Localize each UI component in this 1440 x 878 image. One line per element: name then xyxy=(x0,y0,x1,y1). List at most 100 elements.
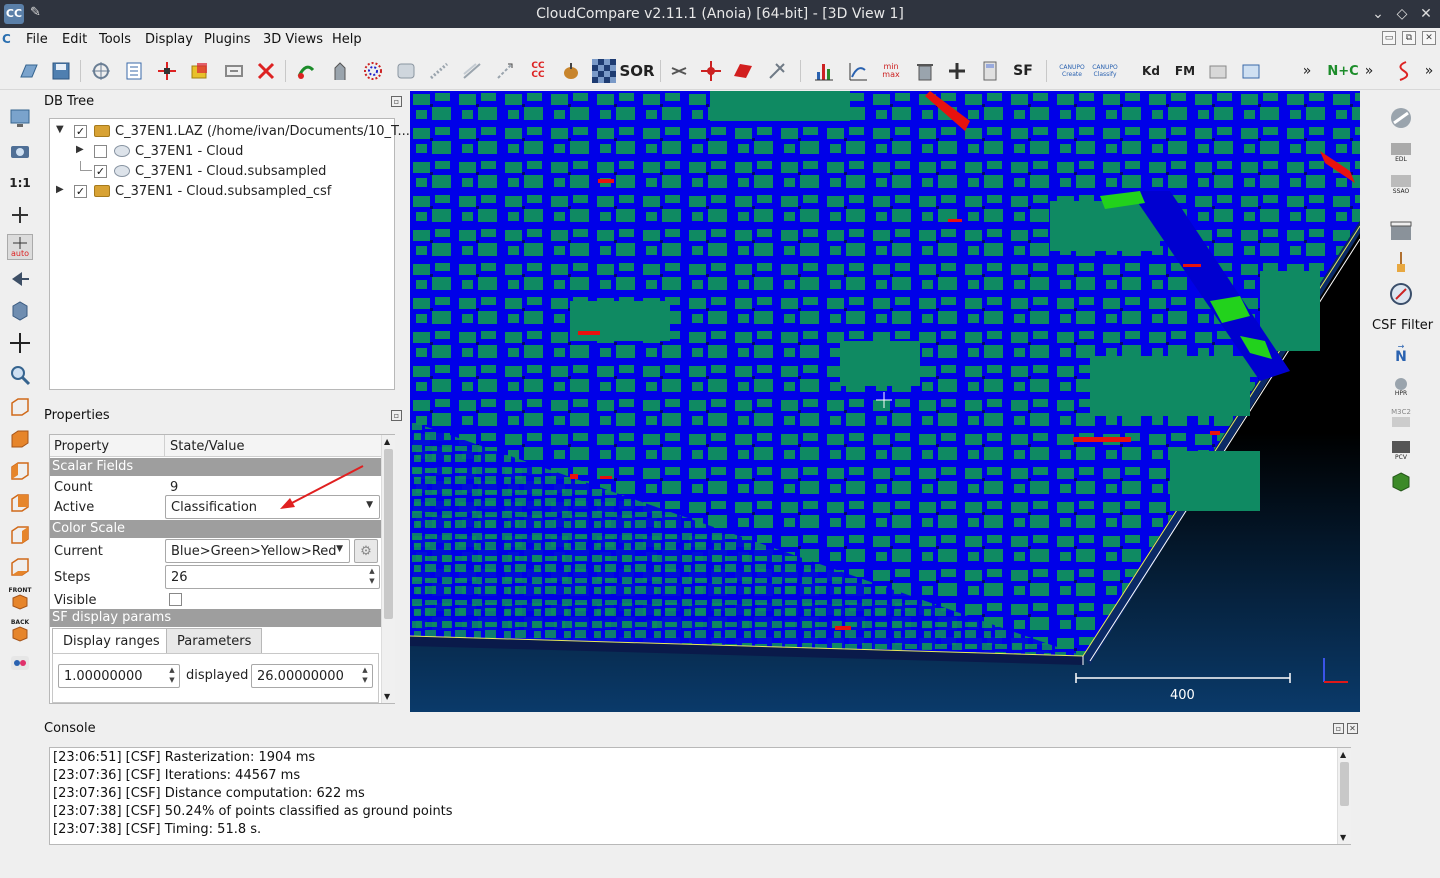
noise-icon[interactable] xyxy=(426,58,452,84)
tree-item-laz[interactable]: ▼ ✓ C_37EN1.LAZ (/home/ivan/Documents/10… xyxy=(50,121,410,141)
spin-up-icon[interactable]: ▲ xyxy=(359,666,371,676)
hpr-icon[interactable]: HPR xyxy=(1388,373,1414,399)
perspective-icon[interactable] xyxy=(7,266,33,292)
canupo-classify-icon[interactable]: CANUPO Classify xyxy=(1092,58,1118,84)
tree-item-cloud[interactable]: ▶ C_37EN1 - Cloud xyxy=(50,141,394,161)
visibility-checkbox[interactable]: ✓ xyxy=(74,125,87,138)
minimize-button[interactable]: ⌄ xyxy=(1368,4,1388,24)
register-icon[interactable] xyxy=(492,58,518,84)
stereo-icon[interactable] xyxy=(7,650,33,676)
visibility-checkbox[interactable] xyxy=(94,145,107,158)
sor-filter-icon[interactable]: SOR xyxy=(619,58,654,84)
point-cloud-render[interactable] xyxy=(410,91,1360,712)
spin-down-icon[interactable]: ▼ xyxy=(166,676,178,686)
expand-arrow-icon[interactable]: ▶ xyxy=(56,184,64,195)
mdi-restore-button[interactable]: ⧉ xyxy=(1402,31,1416,45)
pcv-icon[interactable]: PCV xyxy=(1388,437,1414,463)
visibility-checkbox[interactable]: ✓ xyxy=(74,185,87,198)
pivot-icon[interactable] xyxy=(7,202,33,228)
canupo-create-icon[interactable]: CANUPO Create xyxy=(1059,58,1085,84)
clapperboard-icon[interactable] xyxy=(1388,217,1414,243)
compass-icon[interactable] xyxy=(1388,281,1414,307)
sample-icon[interactable] xyxy=(293,58,319,84)
expand-arrow-icon[interactable]: ▶ xyxy=(76,144,84,155)
menu-plugins[interactable]: Plugins xyxy=(204,32,251,47)
range-max-spinbox[interactable]: 26.00000000 ▲ ▼ xyxy=(251,664,373,688)
delete-icon[interactable] xyxy=(253,58,279,84)
cloud-cloud-distance-icon[interactable]: CC CC xyxy=(525,58,551,84)
menu-edit[interactable]: Edit xyxy=(62,32,87,47)
add-point-icon[interactable] xyxy=(154,58,180,84)
north-arrow-icon[interactable]: → N xyxy=(1388,339,1414,365)
scalar-field-icon[interactable]: SF xyxy=(1010,58,1036,84)
checker-icon[interactable] xyxy=(591,58,617,84)
translate-icon[interactable] xyxy=(698,58,724,84)
save-icon[interactable] xyxy=(48,58,74,84)
trash-icon[interactable] xyxy=(912,58,938,84)
console-scrollbar[interactable]: ▲ ▼ xyxy=(1337,748,1351,844)
view-right-icon[interactable] xyxy=(7,522,33,548)
transform-icon[interactable] xyxy=(88,58,114,84)
scissors-icon[interactable] xyxy=(666,58,692,84)
normals-icon[interactable] xyxy=(558,58,584,84)
kd-tree-icon[interactable]: Kd xyxy=(1138,58,1164,84)
add-sf-icon[interactable] xyxy=(944,58,970,84)
view-bottom-icon[interactable] xyxy=(7,554,33,580)
toolbar-overflow-button[interactable]: » xyxy=(1294,58,1320,84)
calculator-icon[interactable] xyxy=(977,58,1003,84)
mdi-close-button[interactable]: ✕ xyxy=(1422,31,1436,45)
spin-down-icon[interactable]: ▼ xyxy=(359,676,371,686)
camera-icon[interactable] xyxy=(7,138,33,164)
merge-icon[interactable] xyxy=(221,58,247,84)
range-min-spinbox[interactable]: 1.00000000 ▲ ▼ xyxy=(58,664,180,688)
toolbar-overflow-button-3[interactable]: » xyxy=(1416,58,1440,84)
tree-item-csf[interactable]: ▶ ✓ C_37EN1 - Cloud.subsampled_csf xyxy=(50,181,394,201)
auto-pivot-button[interactable]: auto xyxy=(7,234,33,260)
view-top-icon[interactable] xyxy=(7,394,33,420)
view-iso-back-icon[interactable]: BACK xyxy=(7,618,33,644)
scroll-up-icon[interactable]: ▲ xyxy=(384,437,390,446)
fit-icon[interactable] xyxy=(459,58,485,84)
cube-view-icon[interactable] xyxy=(7,298,33,324)
visibility-checkbox[interactable]: ✓ xyxy=(94,165,107,178)
view-back-icon[interactable] xyxy=(7,490,33,516)
min-max-icon[interactable]: min max xyxy=(878,58,904,84)
spin-down-icon[interactable]: ▼ xyxy=(366,577,378,587)
list-icon[interactable] xyxy=(121,58,147,84)
mesh-icon[interactable] xyxy=(393,58,419,84)
view-iso-front-icon[interactable]: FRONT xyxy=(7,586,33,612)
scroll-up-icon[interactable]: ▲ xyxy=(1340,750,1346,759)
steps-spinbox[interactable]: 26 ▲ ▼ xyxy=(165,565,380,589)
tab-parameters[interactable]: Parameters xyxy=(166,628,263,654)
view-front-icon[interactable] xyxy=(7,426,33,452)
dots-icon[interactable] xyxy=(360,58,386,84)
visible-checkbox[interactable] xyxy=(169,593,182,606)
mdi-minimize-button[interactable]: ▭ xyxy=(1382,31,1396,45)
properties-scrollbar[interactable]: ▲ ▼ xyxy=(381,435,395,703)
stereogram-icon[interactable] xyxy=(1205,58,1231,84)
scroll-thumb[interactable] xyxy=(384,449,393,619)
zoom-1to1-button[interactable]: 1:1 xyxy=(7,170,33,196)
menu-display[interactable]: Display xyxy=(145,32,193,47)
brush-icon[interactable] xyxy=(1388,249,1414,275)
monitor-icon[interactable] xyxy=(7,105,33,131)
zoom-icon[interactable] xyxy=(7,362,33,388)
segment-icon[interactable] xyxy=(327,58,353,84)
menu-help[interactable]: Help xyxy=(332,32,362,47)
console-float-button[interactable]: ▫ xyxy=(1333,723,1344,734)
toolbar-overflow-button-2[interactable]: » xyxy=(1356,58,1382,84)
no-icon[interactable] xyxy=(1388,105,1414,131)
normal-color-icon[interactable]: N+C xyxy=(1327,58,1358,84)
console-close-button[interactable]: ✕ xyxy=(1347,723,1358,734)
menu-file[interactable]: File xyxy=(26,32,48,47)
green-object-icon[interactable] xyxy=(1388,469,1414,495)
csv-icon[interactable] xyxy=(1238,58,1264,84)
clone-icon[interactable] xyxy=(187,58,213,84)
open-icon[interactable] xyxy=(16,58,42,84)
move-icon[interactable] xyxy=(7,330,33,356)
histogram-icon[interactable] xyxy=(811,58,837,84)
properties-float-button[interactable]: ▫ xyxy=(391,410,402,421)
view-left-icon[interactable] xyxy=(7,458,33,484)
spin-up-icon[interactable]: ▲ xyxy=(366,567,378,577)
menu-3d-views[interactable]: 3D Views xyxy=(263,32,323,47)
